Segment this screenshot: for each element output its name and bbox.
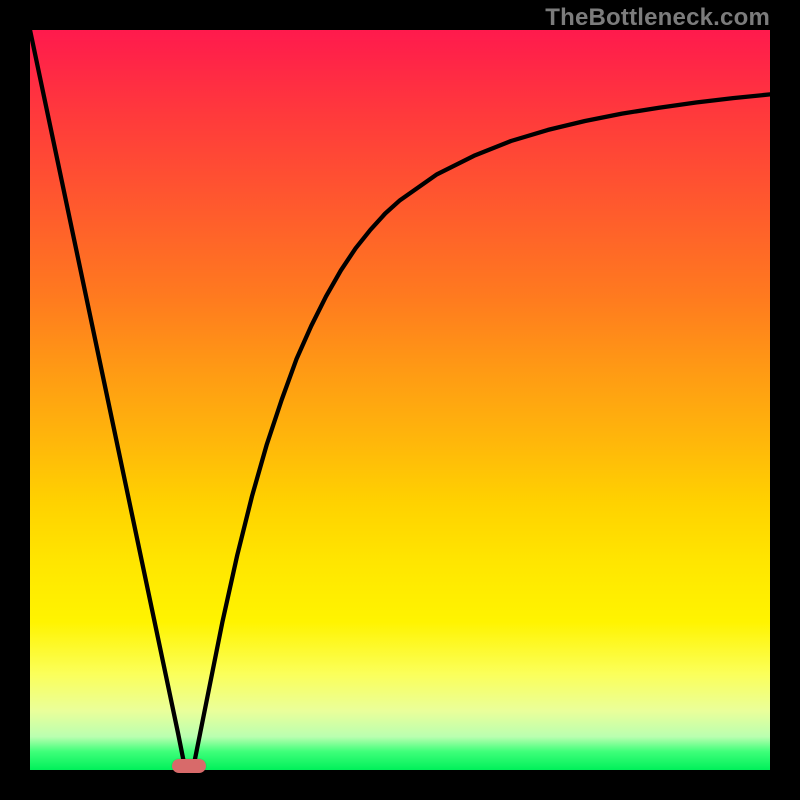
chart-frame: TheBottleneck.com: [0, 0, 800, 800]
minimum-marker: [172, 759, 206, 773]
bottleneck-curve-svg: [30, 30, 770, 770]
plot-area: [30, 30, 770, 770]
bottleneck-curve: [30, 30, 770, 770]
attribution-text: TheBottleneck.com: [545, 4, 770, 32]
